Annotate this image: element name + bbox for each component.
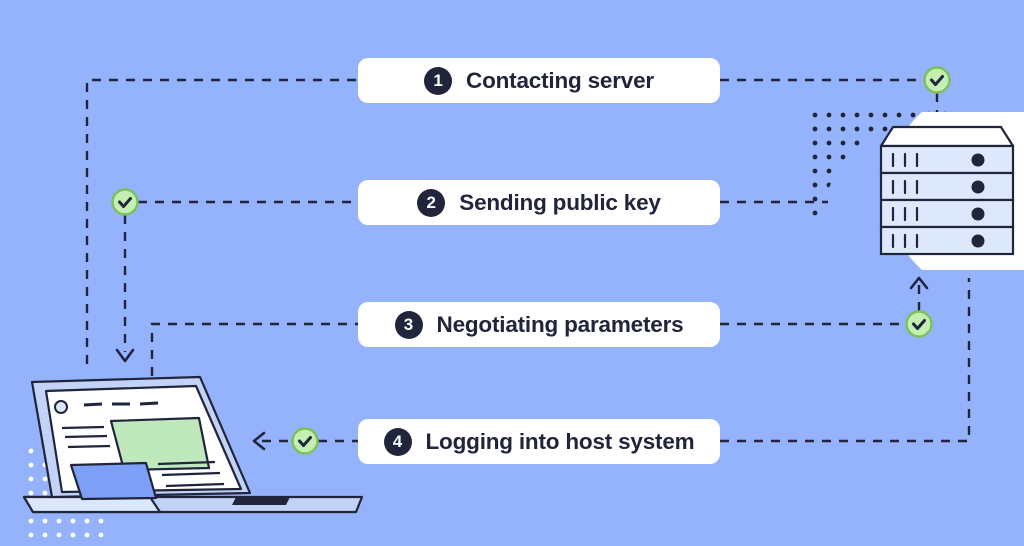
step-label-1: Contacting server — [466, 67, 654, 93]
step-card-4[interactable]: 4 Logging into host system — [358, 419, 720, 464]
check-badge-step-3 — [905, 310, 933, 338]
step-card-3[interactable]: 3 Negotiating parameters — [358, 302, 720, 347]
step-card-2-content: 2 Sending public key — [417, 188, 661, 217]
connector-step-3-in — [150, 322, 358, 376]
step-number-badge-3: 3 — [394, 310, 423, 339]
step-label-4: Logging into host system — [425, 428, 695, 454]
step-card-1-content: 1 Contacting server — [424, 66, 654, 95]
step-card-4-content: 4 Logging into host system — [383, 427, 695, 456]
step-number-badge-1: 1 — [424, 66, 453, 95]
step-number-badge-4: 4 — [383, 427, 412, 456]
step-label-3: Negotiating parameters — [436, 311, 684, 337]
check-badge-step-1 — [923, 66, 951, 94]
step-card-2[interactable]: 2 Sending public key — [358, 180, 720, 225]
step-card-3-content: 3 Negotiating parameters — [394, 310, 684, 339]
check-badge-step-2 — [111, 188, 139, 216]
diagram-canvas: 1 Contacting server 2 Sending public key… — [0, 0, 1024, 546]
connector-step-4-from-server — [720, 278, 971, 443]
step-number-badge-2: 2 — [417, 188, 446, 217]
server-rack — [879, 125, 1015, 256]
step-card-1[interactable]: 1 Contacting server — [358, 58, 720, 103]
connector-step-1-in — [85, 78, 358, 364]
check-badge-step-4 — [291, 427, 319, 455]
step-label-2: Sending public key — [459, 189, 661, 215]
